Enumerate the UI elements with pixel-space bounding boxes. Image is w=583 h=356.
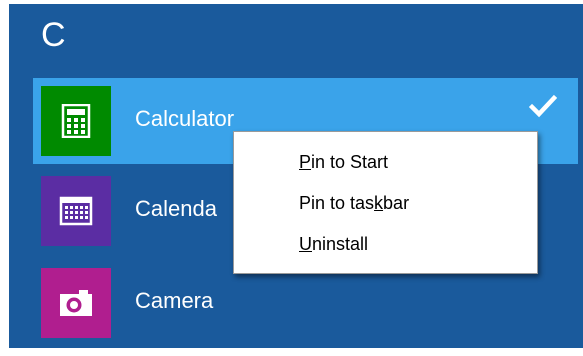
app-label-calendar: Calenda	[135, 196, 217, 221]
access-key: U	[299, 234, 312, 254]
calculator-icon	[61, 104, 91, 138]
app-tile-calculator	[41, 86, 111, 156]
access-key: P	[299, 152, 312, 172]
app-label-calculator: Calculator	[135, 106, 235, 131]
calendar-icon	[59, 196, 93, 226]
app-tile-calendar	[41, 176, 111, 246]
screen: C Calculator Calenda Camera Pin to Start…	[0, 0, 583, 356]
section-header-c[interactable]: C	[41, 15, 66, 55]
access-key: k	[374, 193, 384, 213]
checkmark-icon	[529, 94, 557, 118]
menu-item-uninstall[interactable]: Uninstall	[234, 224, 537, 264]
menu-item-pin-to-start[interactable]: Pin to Start	[234, 142, 537, 182]
context-menu: Pin to Start Pin to taskbar Uninstall	[233, 131, 538, 274]
app-label-camera: Camera	[135, 288, 214, 313]
app-tile-camera	[41, 268, 111, 338]
camera-icon	[60, 290, 92, 316]
menu-item-pin-to-taskbar[interactable]: Pin to taskbar	[234, 183, 537, 223]
